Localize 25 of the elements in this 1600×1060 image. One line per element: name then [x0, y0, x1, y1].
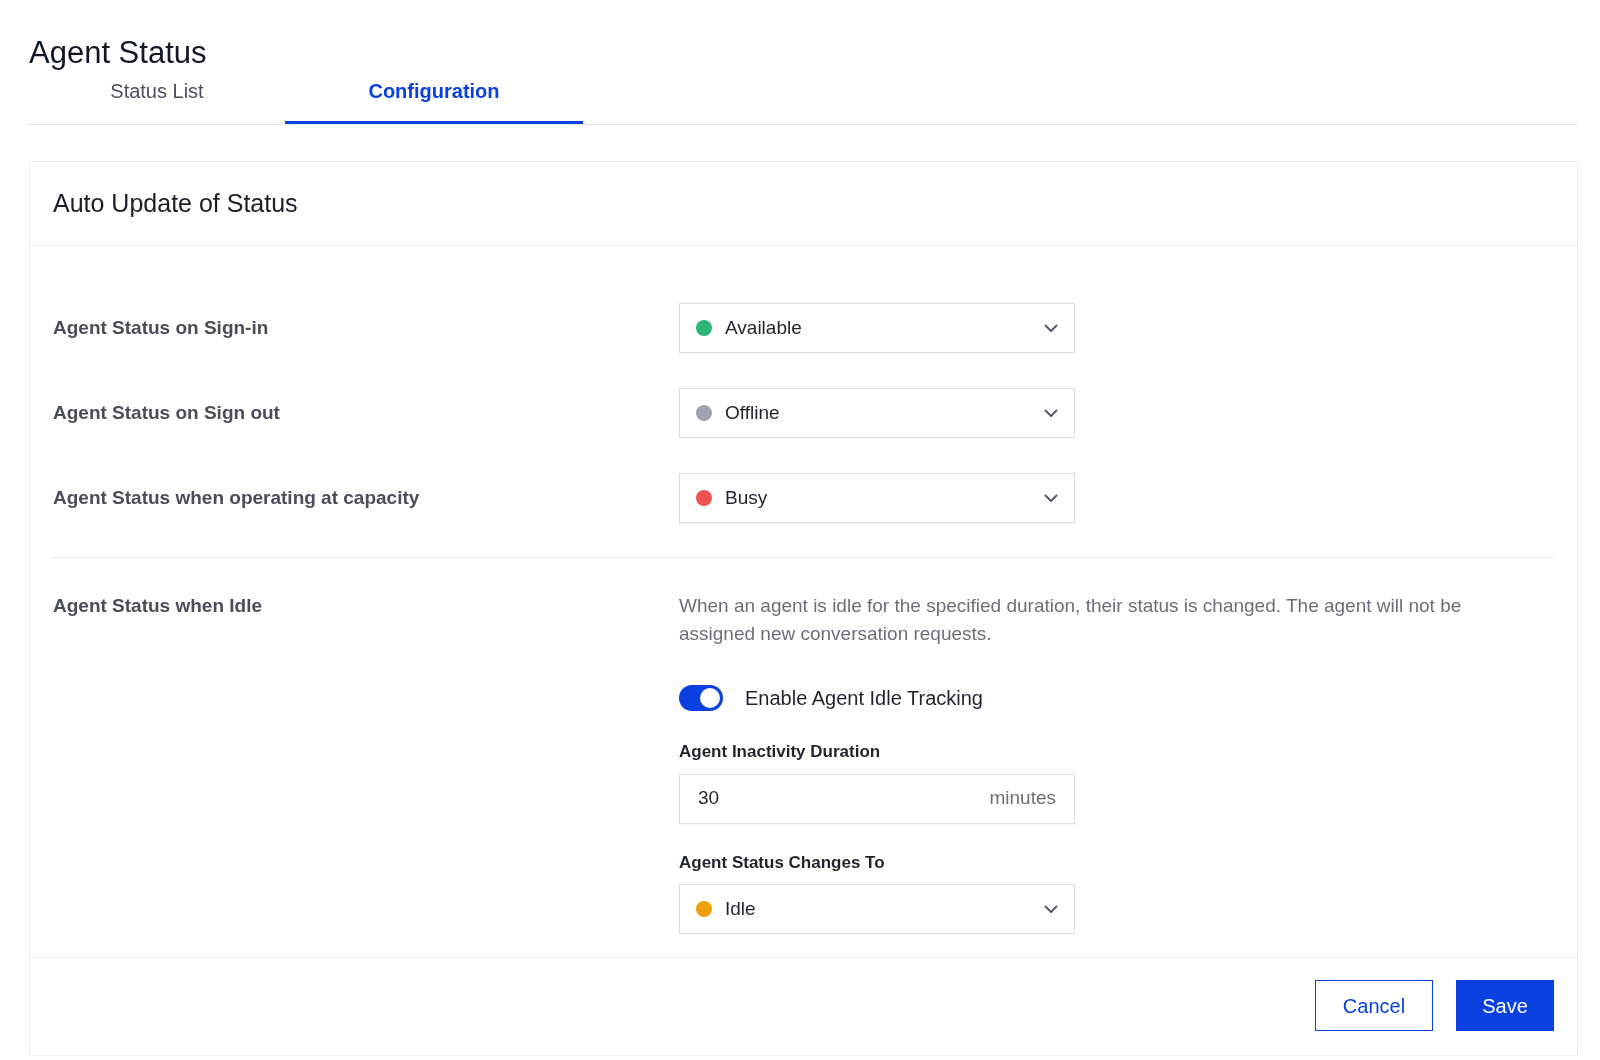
idle-description: When an agent is idle for the specified duration, their status is changed. The agent will not be assigned new conversation requests. — [679, 594, 1463, 646]
cancel-button[interactable]: Cancel — [1315, 980, 1433, 1031]
tab[interactable]: Configuration — [285, 72, 583, 124]
unit-label: minutes — [989, 786, 1056, 811]
field-label: Agent Status Changes To — [679, 851, 885, 874]
chevron-down-icon — [1044, 408, 1058, 418]
toggle-switch[interactable] — [679, 685, 723, 711]
setting-label: Agent Status when operating at capacity — [53, 485, 421, 510]
chevron-down-icon — [1044, 323, 1058, 333]
tab[interactable]: Status List — [29, 72, 285, 124]
toggle-label: Enable Agent Idle Tracking — [745, 686, 983, 711]
status-dropdown[interactable]: Idle — [679, 884, 1075, 934]
chevron-down-icon — [1044, 493, 1058, 503]
field-label: Agent Inactivity Duration — [679, 741, 881, 763]
setting-label: Agent Status on Sign-in — [53, 315, 270, 340]
status-dropdown[interactable]: Available — [679, 303, 1075, 353]
status-dropdown[interactable]: Busy — [679, 473, 1075, 523]
setting-label: Agent Status when Idle — [53, 594, 264, 618]
page-title: Agent Status — [29, 34, 207, 72]
duration-input[interactable]: 30 minutes — [679, 773, 1075, 824]
card-title: Auto Update of Status — [53, 187, 298, 219]
setting-label: Agent Status on Sign out — [53, 400, 281, 425]
save-button[interactable]: Save — [1456, 980, 1554, 1031]
chevron-down-icon — [1044, 904, 1058, 914]
status-dropdown[interactable]: Offline — [679, 388, 1075, 438]
